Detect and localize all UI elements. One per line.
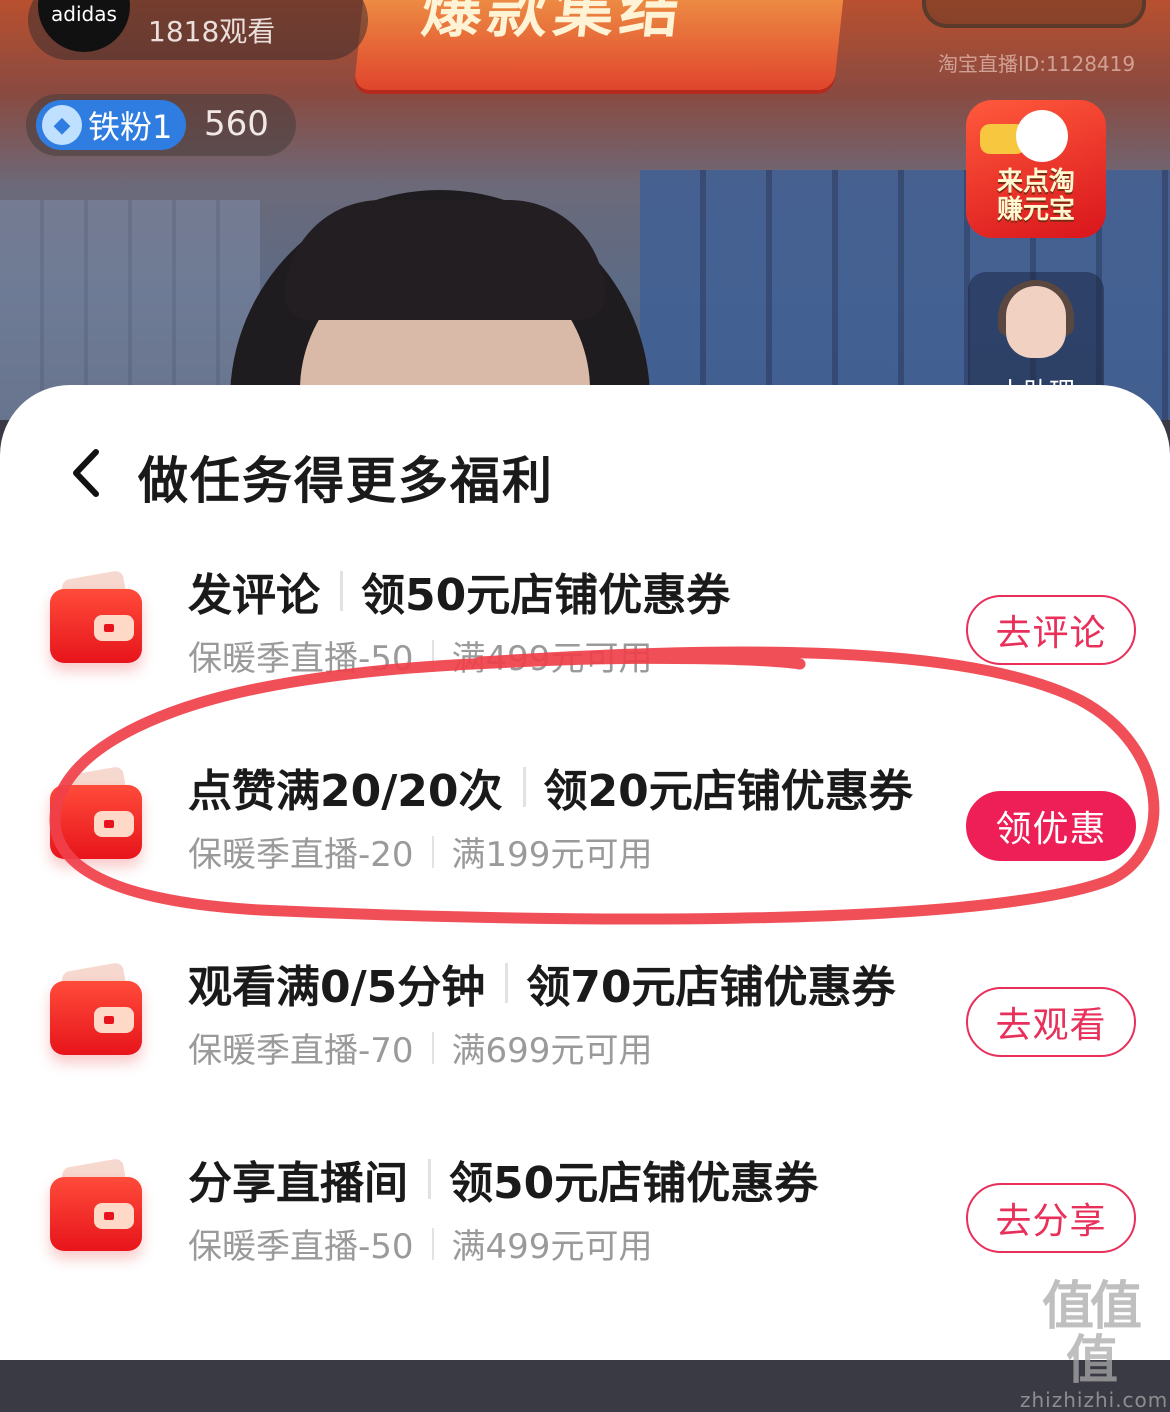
title-divider <box>340 571 343 611</box>
back-button[interactable] <box>60 445 110 501</box>
subtitle-divider <box>431 835 434 868</box>
streamer-bangs <box>285 200 605 320</box>
follow-button[interactable] <box>922 0 1146 28</box>
claim-coupon-button[interactable]: 领优惠 <box>966 791 1136 861</box>
task-reward: 领50元店铺优惠券 <box>449 1158 819 1209</box>
task-coupon-info: 保暖季直播-50 满499元可用 <box>188 1219 652 1268</box>
task-sheet: 做任务得更多福利 发评论 领50元店铺优惠券 保暖季直播-50 满499元可用 … <box>0 385 1170 1360</box>
task-row-comment: 发评论 领50元店铺优惠券 保暖季直播-50 满499元可用 去评论 <box>0 545 1170 695</box>
wallet-icon <box>50 1157 142 1253</box>
task-row-like: 点赞满20/20次 领20元店铺优惠券 保暖季直播-20 满199元可用 领优惠 <box>0 741 1170 891</box>
stream-id: 淘宝直播ID:1128419 <box>938 52 1136 76</box>
wallet-icon <box>50 765 142 861</box>
live-stream-video: 爆款集结 adidas 1818观看 淘宝直播ID:1128419 ◆ 铁粉1 … <box>0 0 1170 420</box>
task-name: 点赞满20/20次 <box>188 766 503 817</box>
host-logo-text: adidas <box>51 2 117 26</box>
subtitle-divider <box>431 639 434 672</box>
title-divider <box>505 963 509 1003</box>
fan-level-badge[interactable]: ◆ 铁粉1 <box>36 100 186 150</box>
promo-tile-line1: 来点淘 <box>996 167 1075 197</box>
coupon-name: 保暖季直播-20 <box>188 835 414 875</box>
assistant-avatar-icon <box>1006 286 1066 358</box>
task-name: 分享直播间 <box>188 1158 408 1209</box>
title-divider <box>522 767 526 807</box>
task-name: 发评论 <box>188 570 320 621</box>
coupon-condition: 满499元可用 <box>451 639 653 679</box>
task-coupon-info: 保暖季直播-50 满499元可用 <box>188 631 652 680</box>
task-reward: 领50元店铺优惠券 <box>361 570 731 621</box>
title-divider <box>428 1159 431 1199</box>
chevron-left-icon <box>73 449 99 497</box>
task-row-share: 分享直播间 领50元店铺优惠券 保暖季直播-50 满499元可用 去分享 <box>0 1133 1170 1283</box>
promo-banner: 爆款集结 <box>353 0 847 90</box>
promo-tile-laidiantao[interactable]: 来点淘 赚元宝 <box>966 100 1106 238</box>
sheet-title: 做任务得更多福利 <box>138 452 554 510</box>
coupon-name: 保暖季直播-70 <box>188 1031 414 1071</box>
task-coupon-info: 保暖季直播-70 满699元可用 <box>188 1023 652 1072</box>
go-comment-button[interactable]: 去评论 <box>966 595 1136 665</box>
promo-banner-text: 爆款集结 <box>418 0 690 46</box>
site-watermark: 值值值 zhizhizhi.com <box>1020 1277 1169 1412</box>
task-reward: 领20元店铺优惠券 <box>543 766 913 817</box>
task-title: 观看满0/5分钟 领70元店铺优惠券 <box>188 951 896 1015</box>
task-name: 观看满0/5分钟 <box>188 962 486 1013</box>
subtitle-divider <box>431 1227 434 1260</box>
fan-level-label: 铁粉1 <box>88 108 173 146</box>
coupon-condition: 满199元可用 <box>451 835 653 875</box>
duck-mascot-icon <box>1016 110 1068 162</box>
task-title: 点赞满20/20次 领20元店铺优惠券 <box>188 755 913 819</box>
coupon-name: 保暖季直播-50 <box>188 1227 414 1267</box>
coupon-name: 保暖季直播-50 <box>188 639 414 679</box>
wallet-icon <box>50 961 142 1057</box>
watermark-url: zhizhizhi.com <box>1020 1388 1169 1412</box>
coupon-condition: 满699元可用 <box>451 1031 653 1071</box>
fan-points: 560 <box>204 104 269 144</box>
go-share-button[interactable]: 去分享 <box>966 1183 1136 1253</box>
diamond-icon: ◆ <box>42 105 82 145</box>
task-coupon-info: 保暖季直播-20 满199元可用 <box>188 827 652 876</box>
viewer-count: 1818观看 <box>148 15 276 48</box>
watermark-logo: 值值值 <box>1041 1277 1142 1391</box>
task-title: 分享直播间 领50元店铺优惠券 <box>188 1147 818 1211</box>
task-title: 发评论 领50元店铺优惠券 <box>188 559 730 623</box>
coupon-condition: 满499元可用 <box>451 1227 653 1267</box>
task-row-watch: 观看满0/5分钟 领70元店铺优惠券 保暖季直播-70 满699元可用 去观看 <box>0 937 1170 1087</box>
task-reward: 领70元店铺优惠券 <box>526 962 896 1013</box>
wallet-icon <box>50 569 142 665</box>
promo-tile-line2: 赚元宝 <box>996 195 1075 225</box>
subtitle-divider <box>431 1031 434 1064</box>
go-watch-button[interactable]: 去观看 <box>966 987 1136 1057</box>
